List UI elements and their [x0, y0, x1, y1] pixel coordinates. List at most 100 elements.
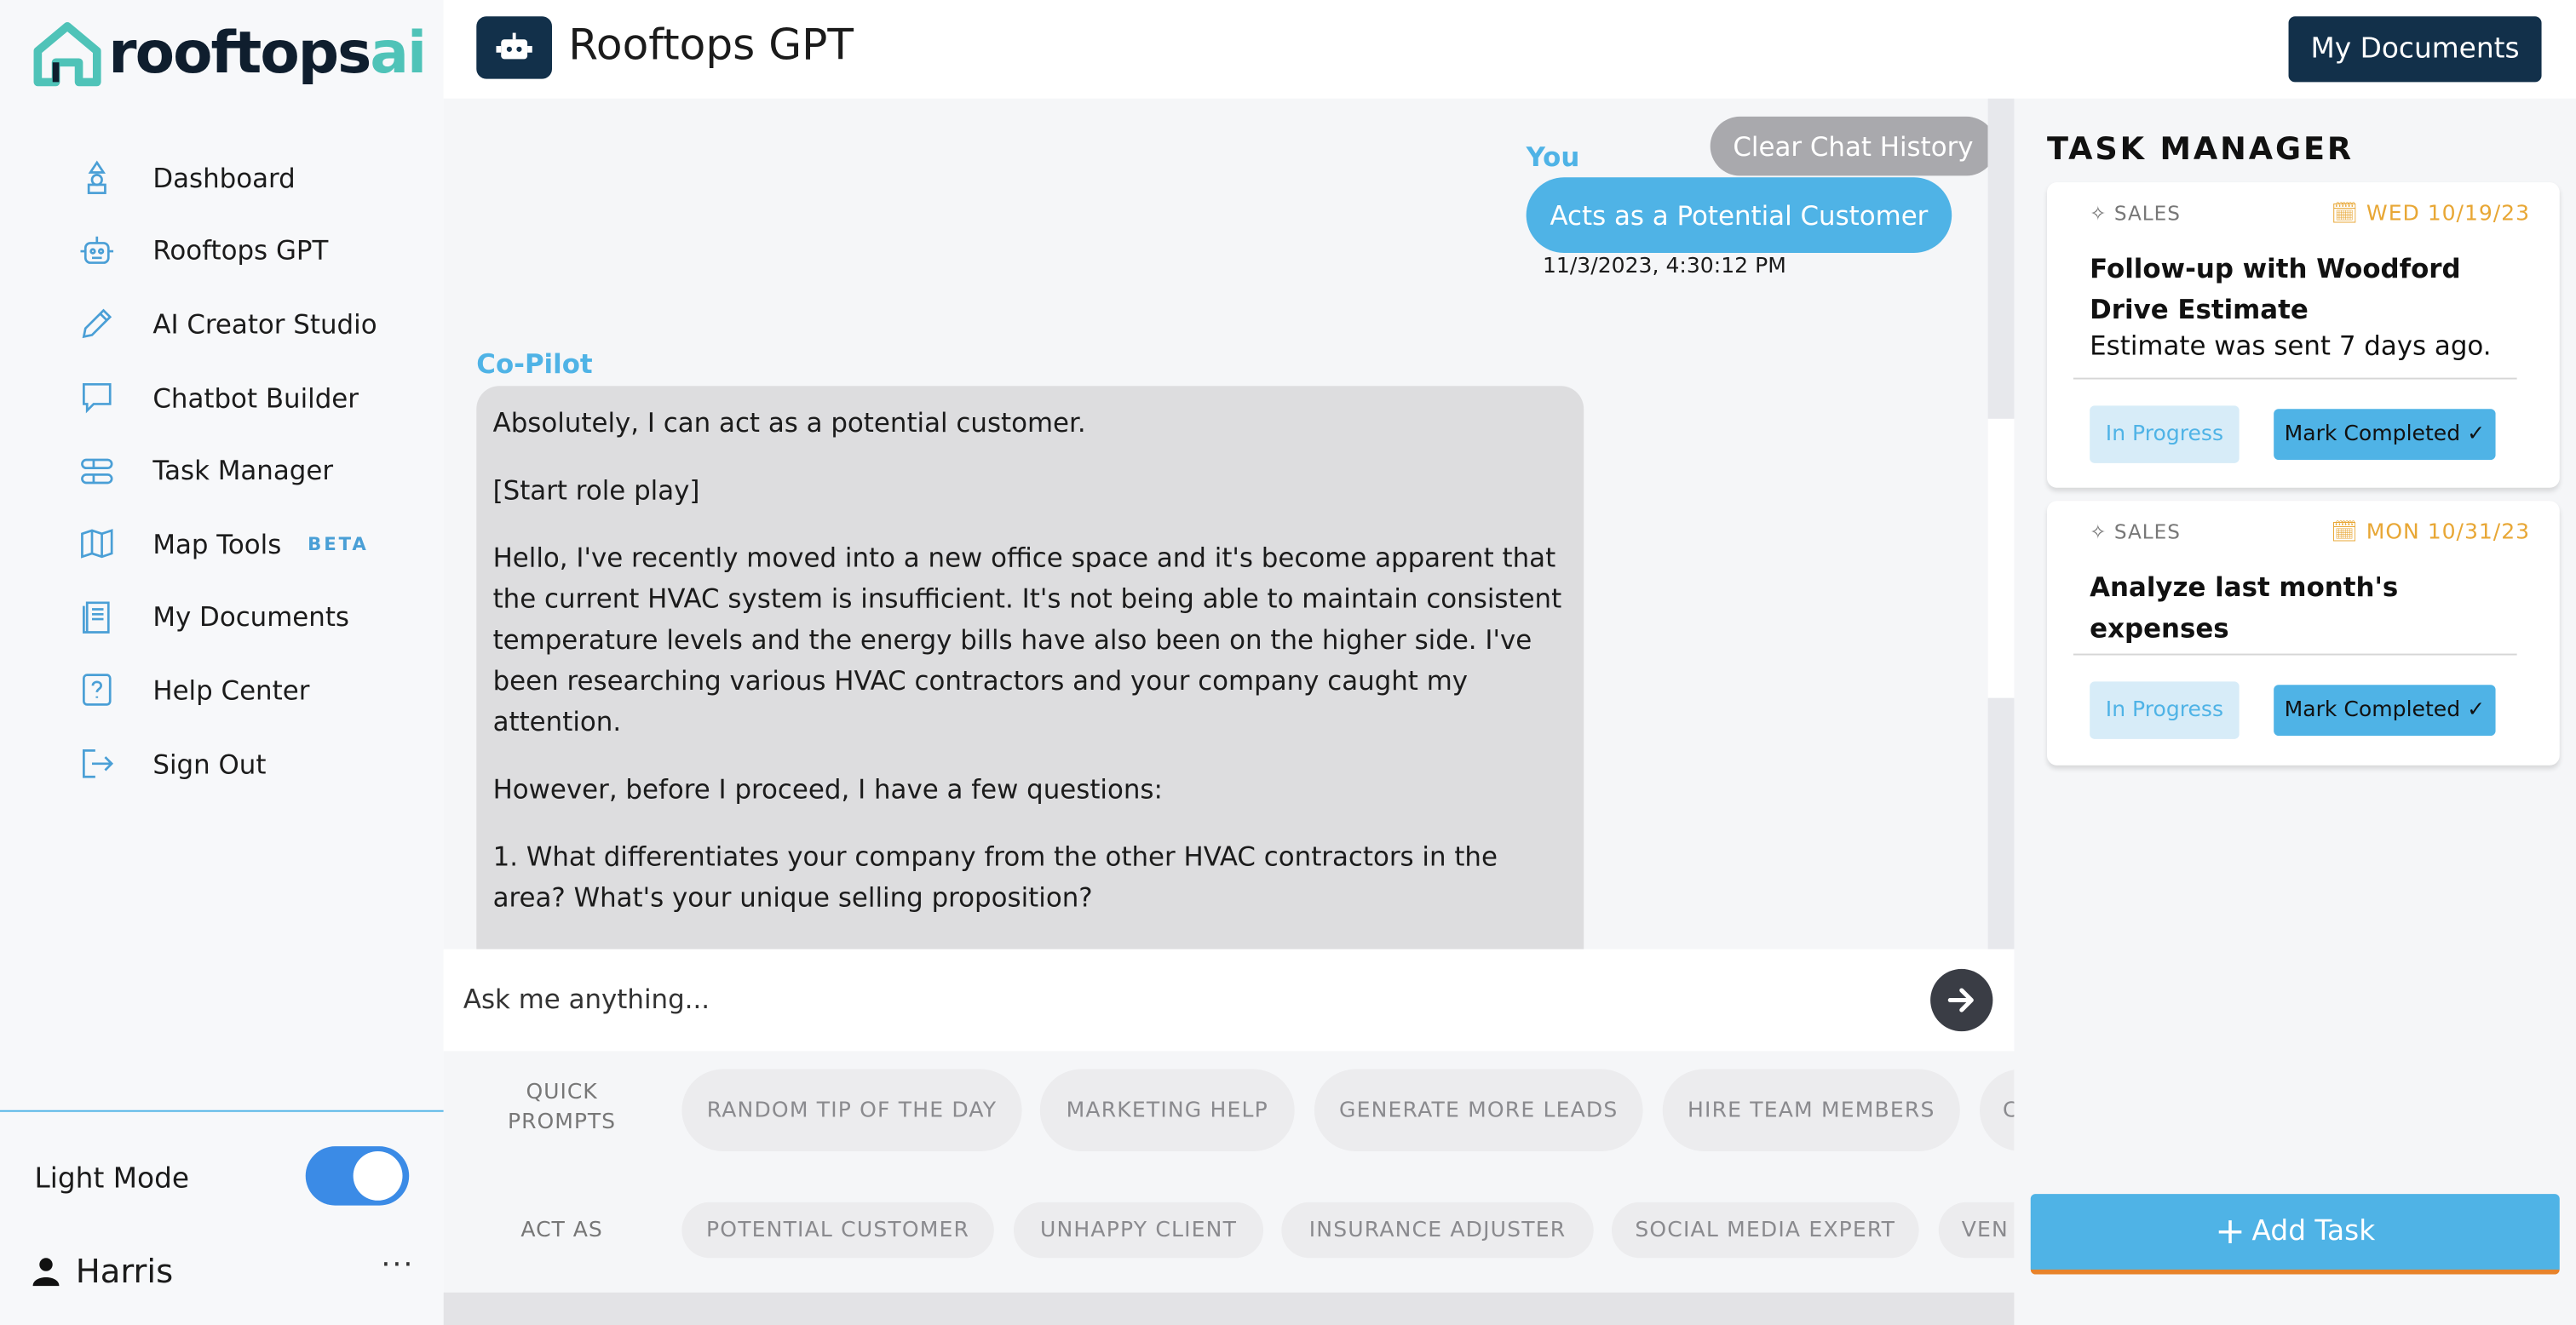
- sign-out-icon: [79, 746, 115, 782]
- map-icon: [79, 526, 115, 562]
- mark-completed-button[interactable]: Mark Completed ✓: [2274, 409, 2496, 461]
- task-card[interactable]: ✧ SALES 🗓 MON 10/31/23 Analyze last mont…: [2047, 501, 2560, 766]
- light-mode-toggle[interactable]: [305, 1146, 410, 1206]
- bot-message-bubble: Absolutely, I can act as a potential cus…: [476, 386, 1584, 949]
- task-category-label: SALES: [2113, 202, 2181, 226]
- user-more-button[interactable]: ···: [381, 1248, 414, 1283]
- add-task-label: Add Task: [2251, 1215, 2376, 1248]
- sparkle-icon: ✧: [2090, 202, 2114, 226]
- act-as-chip[interactable]: POTENTIAL CUSTOMER: [681, 1202, 994, 1259]
- my-documents-button[interactable]: My Documents: [2288, 16, 2542, 83]
- task-status-badge: In Progress: [2090, 681, 2240, 739]
- task-divider: [2073, 653, 2517, 656]
- house-logo-icon: [33, 22, 101, 87]
- user-icon: [32, 1258, 60, 1287]
- check-icon: ✓: [2460, 697, 2486, 723]
- pencil-icon: [79, 307, 115, 342]
- task-description: Estimate was sent 7 days ago.: [2090, 330, 2492, 362]
- robot-icon: [79, 233, 115, 269]
- clear-chat-history-button[interactable]: Clear Chat History: [1710, 116, 1988, 176]
- chat-history[interactable]: Clear Chat History You Acts as a Potenti…: [443, 98, 1988, 949]
- brand-name-accent: ai: [370, 21, 427, 88]
- sidebar-item-label: My Documents: [152, 601, 350, 634]
- user-message-bubble: Acts as a Potential Customer: [1526, 177, 1952, 254]
- sidebar: rooftopsai Dashboard Rooftops GPT AI Cre…: [0, 0, 444, 1325]
- shapes-icon: [79, 160, 115, 196]
- sidebar-item-label: Dashboard: [152, 162, 296, 194]
- header: Rooftops GPT My Documents: [443, 0, 2576, 99]
- task-category: ✧ SALES: [2090, 520, 2181, 543]
- task-title: Follow-up with Woodford Drive Estimate: [2090, 253, 2461, 325]
- quick-prompt-chip[interactable]: GENERATE MORE LEADS: [1314, 1069, 1643, 1151]
- add-task-button[interactable]: + Add Task: [2030, 1194, 2560, 1275]
- quick-prompt-chip[interactable]: C: [1979, 1069, 2015, 1151]
- app-root: rooftopsai Dashboard Rooftops GPT AI Cre…: [0, 0, 2576, 1325]
- bot-message-paragraph: Hello, I've recently moved into a new of…: [492, 542, 1562, 737]
- act-as-label: ACT AS: [520, 1219, 603, 1243]
- mark-completed-button[interactable]: Mark Completed ✓: [2274, 685, 2496, 737]
- sidebar-item-task-manager[interactable]: Task Manager: [0, 434, 444, 508]
- bot-message-paragraph: However, before I proceed, I have a few …: [492, 773, 1163, 806]
- user-profile[interactable]: Harris: [30, 1251, 174, 1291]
- bot-message-author: Co-Pilot: [476, 347, 593, 380]
- task-divider: [2073, 377, 2517, 380]
- arrow-right-icon: [1947, 988, 1974, 1012]
- user-name: Harris: [75, 1251, 174, 1291]
- chat-bubble-icon: [79, 380, 115, 416]
- task-list-icon: [79, 453, 115, 489]
- chat-input[interactable]: Ask me anything...: [463, 984, 710, 1015]
- horizontal-scrollbar[interactable]: [443, 1292, 2015, 1325]
- sidebar-item-label: Chatbot Builder: [152, 381, 359, 414]
- bot-message-paragraph: [Start role play]: [492, 474, 700, 507]
- act-as-chip[interactable]: VEN: [1938, 1202, 2015, 1259]
- sidebar-item-label: AI Creator Studio: [152, 308, 377, 341]
- quick-prompt-chip[interactable]: HIRE TEAM MEMBERS: [1662, 1069, 1960, 1151]
- sidebar-item-dashboard[interactable]: Dashboard: [0, 141, 444, 215]
- sidebar-item-label: Rooftops GPT: [152, 235, 329, 267]
- task-title: Analyze last month's expenses: [2090, 571, 2399, 645]
- brand-name: rooftopsai: [108, 21, 427, 88]
- sidebar-item-ai-creator-studio[interactable]: AI Creator Studio: [0, 288, 444, 361]
- sidebar-item-chatbot-builder[interactable]: Chatbot Builder: [0, 361, 444, 434]
- mark-completed-label: Mark Completed: [2284, 697, 2461, 723]
- user-message-author: You: [1526, 141, 1580, 173]
- check-icon: ✓: [2460, 422, 2486, 447]
- task-date-label: MON 10/31/23: [2366, 520, 2531, 546]
- send-button[interactable]: [1930, 968, 1993, 1032]
- prompt-area: QUICK PROMPTS RANDOM TIP OF THE DAY MARK…: [443, 1051, 2015, 1293]
- sidebar-item-label: Map Tools: [152, 528, 282, 560]
- act-as-chip[interactable]: UNHAPPY CLIENT: [1013, 1202, 1264, 1259]
- sparkle-icon: ✧: [2090, 520, 2114, 544]
- act-as-chip[interactable]: INSURANCE ADJUSTER: [1281, 1202, 1594, 1259]
- bot-message-paragraph: Absolutely, I can act as a potential cus…: [492, 407, 1086, 439]
- sidebar-item-label: Help Center: [152, 674, 310, 707]
- act-as-chip[interactable]: SOCIAL MEDIA EXPERT: [1611, 1202, 1919, 1259]
- task-due-date: 🗓 WED 10/19/23: [2331, 202, 2530, 227]
- task-manager-panel: TASK MANAGER ✧ SALES 🗓 WED 10/19/23 Foll…: [2014, 98, 2576, 1325]
- chat-scrollbar[interactable]: [1987, 98, 2015, 949]
- sidebar-item-my-documents[interactable]: My Documents: [0, 581, 444, 654]
- quick-prompts-label: QUICK PROMPTS: [508, 1081, 617, 1135]
- sidebar-nav: Dashboard Rooftops GPT AI Creator Studio…: [0, 141, 444, 800]
- sidebar-item-sign-out[interactable]: Sign Out: [0, 727, 444, 800]
- task-status-badge: In Progress: [2090, 405, 2240, 463]
- quick-prompt-chip[interactable]: RANDOM TIP OF THE DAY: [681, 1069, 1022, 1151]
- task-card[interactable]: ✧ SALES 🗓 WED 10/19/23 Follow-up with Wo…: [2047, 182, 2560, 488]
- sidebar-item-map-tools[interactable]: Map Tools BETA: [0, 508, 444, 581]
- help-icon: [79, 673, 115, 708]
- task-category-label: SALES: [2113, 520, 2181, 544]
- plus-icon: +: [2215, 1211, 2245, 1253]
- document-icon: [79, 599, 115, 635]
- task-manager-title: TASK MANAGER: [2047, 131, 2354, 168]
- bot-message-paragraph: 1. What differentiates your company from…: [492, 840, 1498, 914]
- brand-logo[interactable]: rooftopsai: [33, 20, 427, 89]
- sidebar-item-rooftops-gpt[interactable]: Rooftops GPT: [0, 215, 444, 288]
- task-category: ✧ SALES: [2090, 202, 2181, 225]
- toggle-knob: [353, 1150, 403, 1201]
- chat-scrollbar-thumb[interactable]: [1987, 418, 2015, 698]
- page-title: Rooftops GPT: [568, 21, 854, 71]
- sidebar-item-help-center[interactable]: Help Center: [0, 654, 444, 727]
- task-date-label: WED 10/19/23: [2366, 202, 2531, 227]
- robot-icon: [476, 16, 553, 79]
- quick-prompt-chip[interactable]: MARKETING HELP: [1039, 1069, 1295, 1151]
